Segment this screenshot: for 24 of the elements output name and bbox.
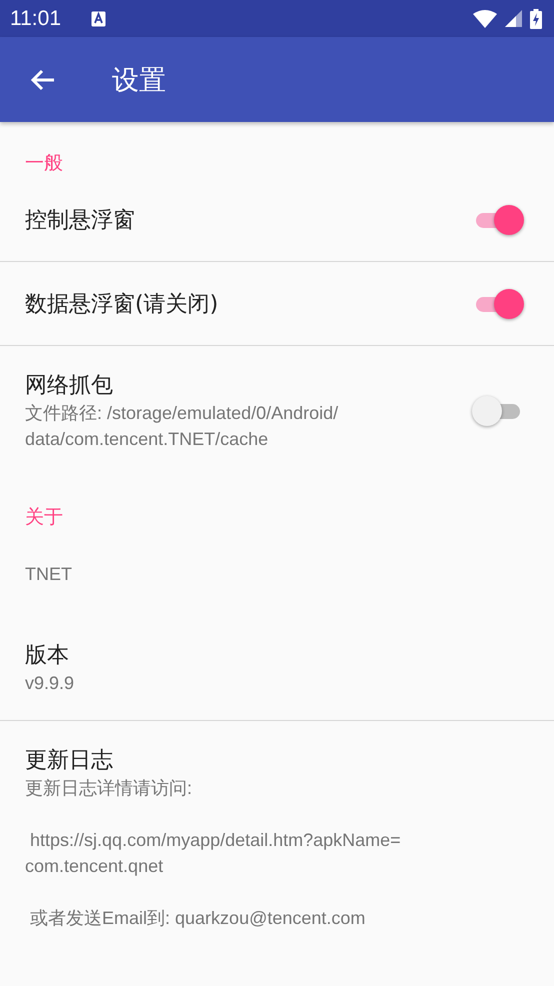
signal-icon [505, 10, 522, 27]
preference-item[interactable]: 更新日志 更新日志详情请访问: https://sj.qq.com/myapp/detail.htm?apkName= com.tencent.qnet 或者发送Email到: quarkzou@tencent.com [0, 721, 554, 955]
preference-item[interactable]: 网络抓包 文件路径: /storage/emulated/0/Android/ data/com.tencent.TNET/cache [0, 346, 554, 476]
battery-icon [530, 8, 542, 28]
item-title: 更新日志 [25, 747, 113, 775]
notification-icon [91, 10, 106, 26]
screen-title: 设置 [112, 64, 166, 98]
section-header: 一般 [24, 151, 64, 176]
section-header: 关于 [24, 505, 64, 530]
item-summary: 更新日志详情请访问: https://sj.qq.com/myapp/detail.htm?apkName= com.tencent.qnet 或者发送Email到: quarkzou@tencent.com [25, 777, 401, 930]
preference-item[interactable]: 数据悬浮窗(请关闭) [0, 262, 554, 346]
preference-item[interactable]: 版本 v9.9.9 [0, 616, 554, 721]
preference-item[interactable]: TNET [0, 532, 554, 616]
item-summary: 文件路径: /storage/emulated/0/Android/ data/com.tencent.TNET/cache [25, 402, 338, 451]
item-summary: TNET [25, 563, 72, 586]
preference-item[interactable]: 控制悬浮窗 [0, 178, 554, 262]
item-title: 数据悬浮窗(请关闭) [25, 290, 218, 318]
back-arrow-icon [30, 68, 56, 92]
item-title: 网络抓包 [25, 372, 113, 400]
item-title: 版本 [25, 642, 69, 670]
wifi-icon [473, 10, 497, 28]
item-title: 控制悬浮窗 [25, 206, 135, 234]
clock: 11:01 [10, 6, 61, 30]
item-summary: v9.9.9 [25, 672, 74, 695]
